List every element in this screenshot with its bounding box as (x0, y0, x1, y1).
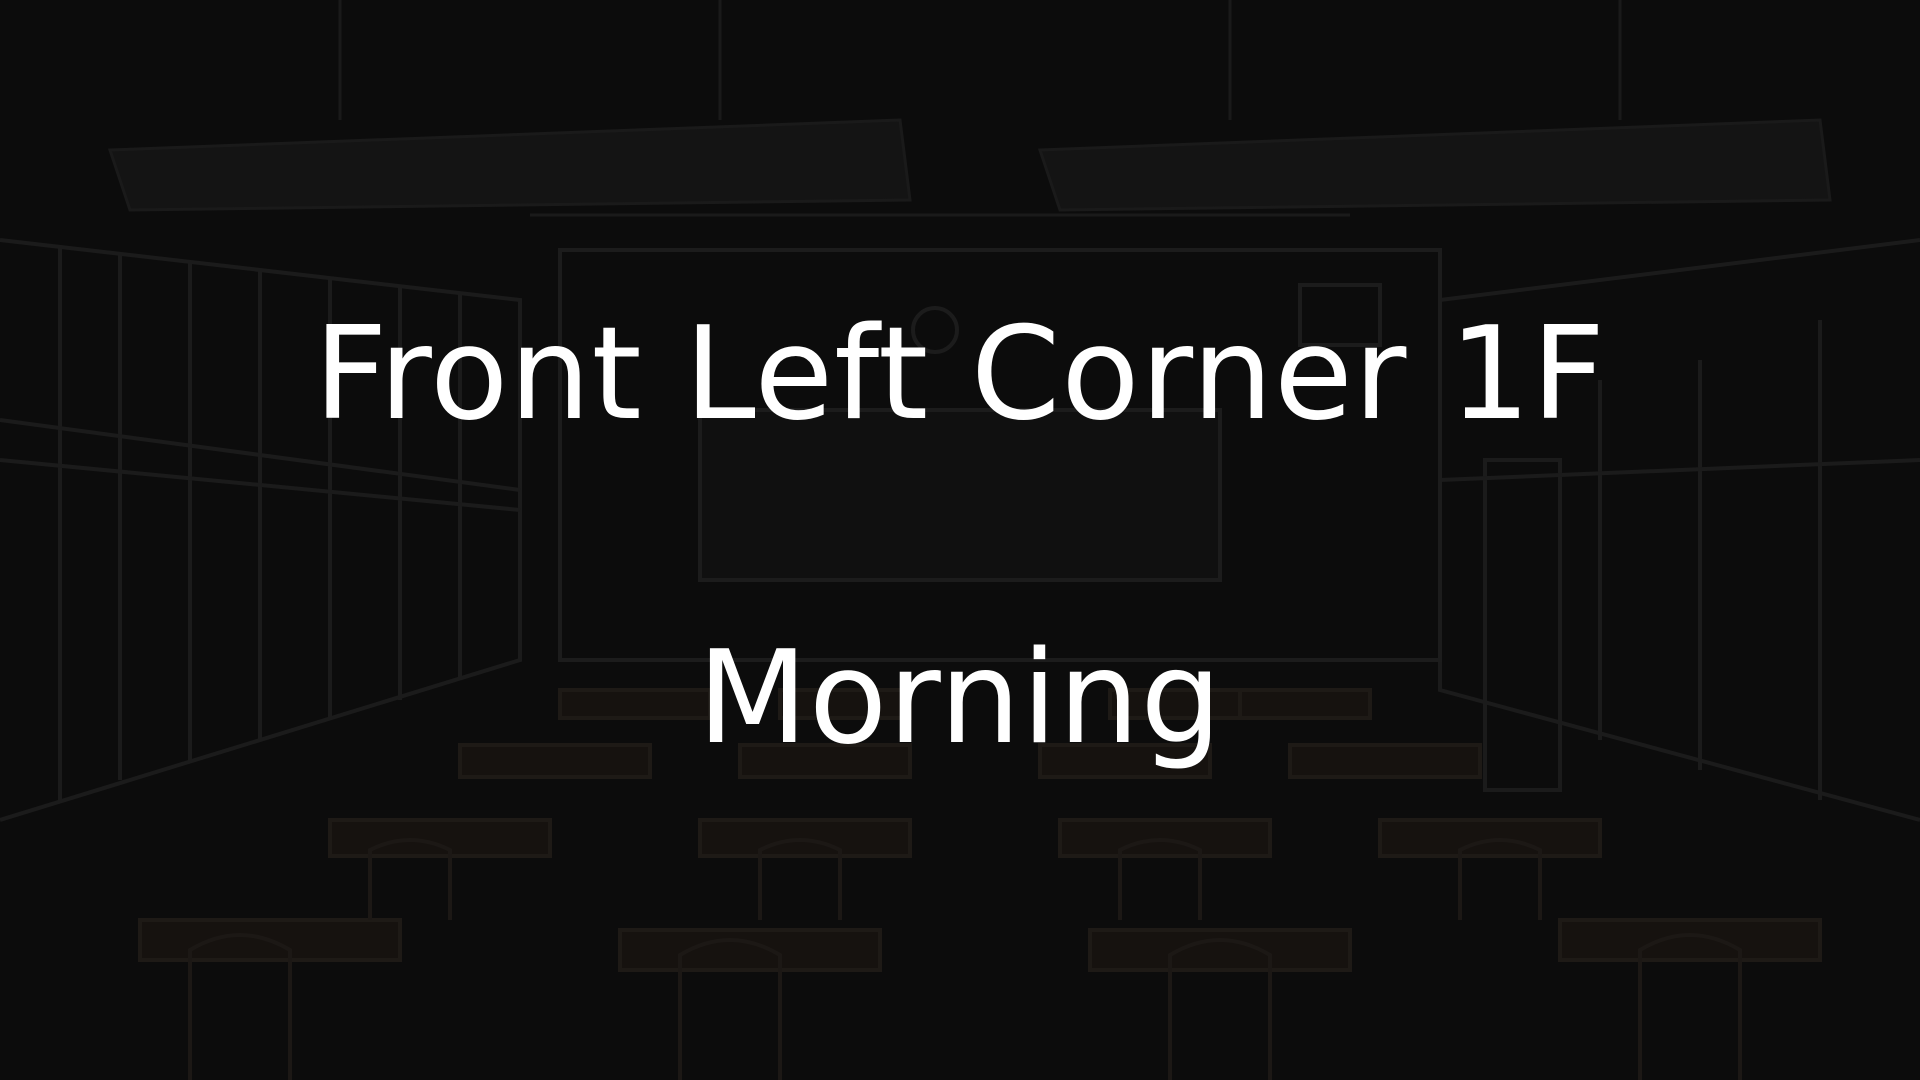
location-title: Front Left Corner 1F (313, 300, 1607, 449)
scene-transition-screen[interactable]: Front Left Corner 1F Morning (0, 0, 1920, 1080)
dim-overlay (0, 0, 1920, 1080)
time-of-day-title: Morning (697, 624, 1223, 773)
